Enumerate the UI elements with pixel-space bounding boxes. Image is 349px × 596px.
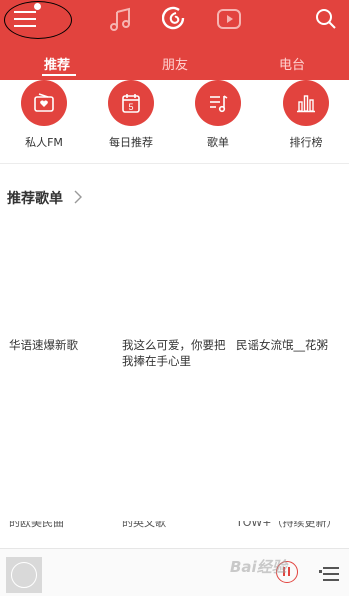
tab-friends[interactable]: 朋友: [162, 54, 188, 73]
tab-radio[interactable]: 电台: [279, 54, 305, 73]
quick-entry-row: 私人FM 5 每日推荐 歌单 排行榜: [0, 80, 349, 162]
svg-text:5: 5: [128, 102, 133, 112]
active-tab-indicator: [42, 74, 76, 76]
queue-list-icon[interactable]: [319, 567, 339, 583]
netease-cloud-icon[interactable]: [162, 6, 188, 32]
playlist-title-partial[interactable]: 的欧美民曲: [9, 521, 119, 531]
watermark: Bai经验: [230, 558, 287, 576]
section-title[interactable]: 推荐歌单: [7, 188, 63, 208]
quick-entry-label: 每日推荐: [109, 136, 153, 149]
app-header: 推荐 朋友 电台: [0, 0, 349, 80]
quick-entry-private-fm[interactable]: 私人FM: [9, 80, 79, 150]
quick-entry-playlist[interactable]: 歌单: [183, 80, 253, 150]
quick-entry-daily[interactable]: 5 每日推荐: [96, 80, 166, 150]
divider: [0, 163, 349, 164]
playlist-title[interactable]: 华语速爆新歌: [9, 337, 119, 353]
playlist-title[interactable]: 我这么可爱，你要把我捧在手心里: [122, 337, 232, 369]
calendar-icon: 5: [108, 80, 154, 126]
quick-entry-label: 排行榜: [289, 136, 323, 149]
playlist-title-partial[interactable]: 的英文歌: [122, 521, 232, 531]
music-note-icon[interactable]: [108, 6, 134, 32]
chart-bar-icon: [283, 80, 329, 126]
quick-entry-ranking[interactable]: 排行榜: [271, 80, 341, 150]
mini-player[interactable]: [0, 548, 349, 596]
playlist-title-partial[interactable]: TOW+（持续更新）: [236, 521, 346, 531]
menu-icon[interactable]: [14, 11, 36, 27]
radio-icon: [21, 80, 67, 126]
video-play-icon[interactable]: [216, 6, 242, 32]
disc-icon: [11, 562, 37, 588]
album-art[interactable]: [6, 557, 42, 593]
chevron-right-icon[interactable]: [73, 190, 83, 204]
quick-entry-label: 私人FM: [25, 136, 63, 149]
playlist-title[interactable]: 民谣女流氓__花粥: [236, 337, 348, 353]
notification-dot: [34, 3, 41, 10]
quick-entry-label: 歌单: [207, 136, 229, 149]
search-icon[interactable]: [315, 8, 337, 30]
playlist-icon: [195, 80, 241, 126]
tab-recommend[interactable]: 推荐: [44, 54, 70, 73]
